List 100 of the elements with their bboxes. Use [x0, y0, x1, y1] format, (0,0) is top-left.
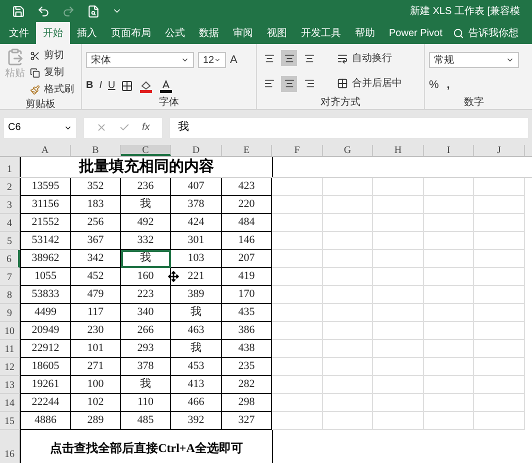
merge-icon: [337, 78, 348, 89]
row-header[interactable]: 7: [0, 268, 20, 286]
cut-button[interactable]: 剪切: [30, 48, 74, 63]
empty-cell: [373, 394, 424, 412]
column-header[interactable]: C: [121, 145, 171, 156]
table-cell: 332: [137, 234, 154, 246]
border-icon[interactable]: [121, 80, 134, 92]
ribbon-tab[interactable]: 文件: [2, 22, 36, 44]
row-header[interactable]: 3: [0, 196, 20, 214]
empty-cell: [373, 250, 424, 268]
tell-me-field[interactable]: 告诉我你想: [453, 22, 518, 44]
group-label: 数字: [463, 96, 485, 109]
column-header[interactable]: A: [20, 145, 71, 156]
row-header[interactable]: 1: [0, 157, 20, 177]
row-header[interactable]: 10: [0, 322, 20, 340]
table-cell: 298: [238, 396, 255, 408]
row-header[interactable]: 11: [0, 340, 20, 358]
row-header[interactable]: 13: [0, 376, 20, 394]
empty-cell: [474, 412, 525, 430]
ribbon-tab[interactable]: 开始: [36, 22, 70, 44]
row-header[interactable]: 16: [0, 430, 20, 463]
table-cell: 282: [238, 378, 255, 390]
empty-cell: [272, 250, 323, 268]
underline-button[interactable]: U: [108, 78, 116, 94]
italic-button[interactable]: I: [99, 78, 102, 94]
table-cell: 452: [87, 270, 104, 282]
copy-icon: [30, 68, 40, 78]
ribbon-tab[interactable]: Power Pivot: [382, 22, 450, 44]
empty-cell: [424, 412, 474, 430]
formula-field[interactable]: 我: [170, 118, 528, 138]
column-header[interactable]: I: [424, 145, 474, 156]
ribbon-tab[interactable]: 开发工具: [294, 22, 348, 44]
table-cell: 170: [238, 288, 255, 300]
row-header[interactable]: 9: [0, 304, 20, 322]
table-cell: 266: [137, 324, 154, 336]
font-name-field[interactable]: 宋体: [86, 52, 194, 68]
table-cell: 256: [87, 216, 104, 228]
merge-center-button[interactable]: 合并后居中: [337, 76, 402, 91]
save-icon[interactable]: [12, 4, 25, 18]
ribbon-tab[interactable]: 插入: [70, 22, 104, 44]
column-header[interactable]: G: [323, 145, 373, 156]
font-color-icon[interactable]: [159, 78, 174, 93]
empty-cell: [272, 322, 323, 340]
scissors-icon: [30, 50, 40, 60]
ribbon-tab[interactable]: 视图: [260, 22, 294, 44]
percent-button[interactable]: %: [429, 77, 439, 94]
column-header[interactable]: E: [222, 145, 272, 156]
empty-cell: [272, 376, 323, 394]
number-format-field[interactable]: 常规: [429, 52, 519, 68]
name-box[interactable]: C6: [4, 118, 76, 138]
table-cell: 392: [188, 414, 204, 426]
ribbon-tab[interactable]: 数据: [192, 22, 226, 44]
table-cell: 53833: [32, 288, 60, 300]
print-preview-icon[interactable]: [87, 4, 100, 18]
ribbon-tab[interactable]: 帮助: [348, 22, 382, 44]
empty-cell: [272, 358, 323, 376]
font-size-field[interactable]: 12: [198, 52, 226, 68]
row-header[interactable]: 15: [0, 412, 20, 430]
table-cell: 103: [188, 252, 204, 264]
table-cell: 38962: [32, 252, 60, 264]
empty-cell: [323, 358, 373, 376]
empty-cell: [323, 304, 373, 322]
footer-note: 点击查找全部后直接Ctrl+A全选即可: [50, 440, 243, 457]
row-header[interactable]: 8: [0, 286, 20, 304]
grow-font-button[interactable]: A: [230, 52, 238, 68]
empty-cell: [323, 250, 373, 268]
comma-button[interactable]: ,: [446, 77, 450, 94]
empty-cell: [323, 322, 373, 340]
column-header[interactable]: J: [474, 145, 525, 156]
empty-cell: [323, 340, 373, 358]
row-header[interactable]: 2: [0, 178, 20, 196]
copy-button[interactable]: 复制: [30, 65, 74, 80]
clipboard-icon: [6, 48, 24, 66]
column-header[interactable]: F: [272, 145, 323, 156]
align-middle-icon[interactable]: [281, 50, 297, 66]
table-cell: 438: [238, 342, 255, 354]
row-header[interactable]: 12: [0, 358, 20, 376]
align-center-icon[interactable]: [281, 76, 297, 92]
empty-cell: [373, 196, 424, 214]
bold-button[interactable]: B: [86, 78, 94, 94]
fill-color-icon[interactable]: [139, 78, 154, 93]
column-header[interactable]: H: [373, 145, 424, 156]
table-cell: 53142: [32, 234, 60, 246]
empty-cell: [323, 232, 373, 250]
format-painter-button[interactable]: 格式刷: [30, 82, 74, 97]
row-header[interactable]: 5: [0, 232, 20, 250]
row-header[interactable]: 4: [0, 214, 20, 232]
ribbon-tab[interactable]: 公式: [158, 22, 192, 44]
ribbon-tab[interactable]: 页面布局: [104, 22, 158, 44]
table-cell: 4499: [34, 306, 56, 318]
column-header[interactable]: D: [171, 145, 222, 156]
empty-cell: [424, 232, 474, 250]
empty-cell: [474, 268, 525, 286]
ribbon-tab[interactable]: 审阅: [226, 22, 260, 44]
row-header[interactable]: 14: [0, 394, 20, 412]
undo-icon[interactable]: [37, 4, 50, 18]
table-cell: 301: [188, 234, 204, 246]
wrap-text-button[interactable]: 自动换行: [337, 50, 392, 66]
insert-function-button[interactable]: fx: [142, 120, 150, 135]
row-header[interactable]: 6: [0, 250, 20, 268]
